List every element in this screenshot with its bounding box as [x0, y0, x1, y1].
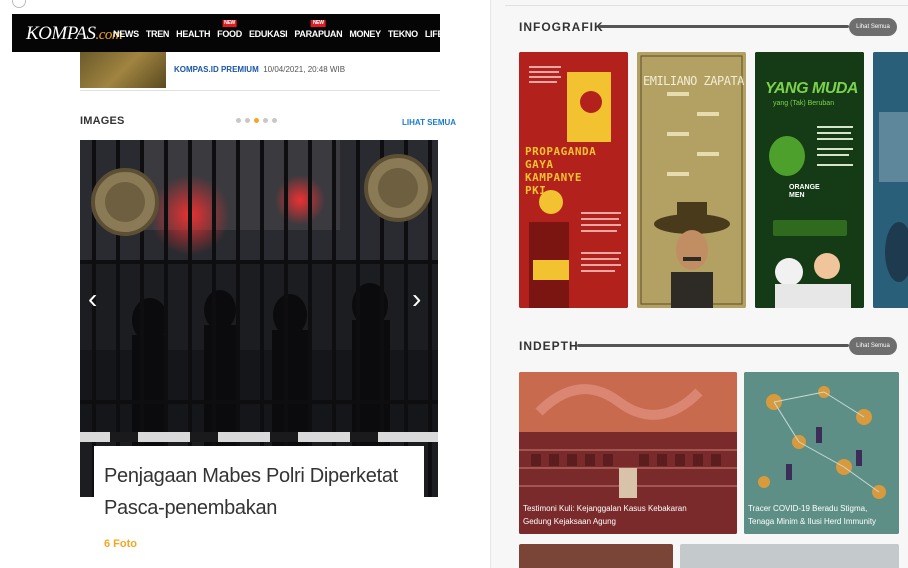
- new-badge: NEW: [310, 20, 326, 27]
- carousel-dot[interactable]: [236, 118, 241, 123]
- new-badge: NEW: [222, 20, 237, 27]
- article-meta: KOMPAS.ID PREMIUM 10/04/2021, 20:48 WIB: [174, 65, 345, 74]
- carousel-next-arrow[interactable]: ›: [412, 285, 421, 313]
- card-1-line1: PROPAGANDA: [525, 145, 597, 158]
- nav-item-label: LIFESTYLE: [424, 29, 440, 39]
- logo-main-text: KOMPAS: [26, 23, 96, 44]
- kompas-logo[interactable]: KOMPAS.com: [26, 23, 123, 45]
- carousel-dot[interactable]: [245, 118, 250, 123]
- nav-item-label: NEWS: [113, 29, 139, 39]
- indepth-card-2-caption: Tracer COVID-19 Beradu Stigma, Tenaga Mi…: [748, 504, 877, 526]
- nav-item-tren[interactable]: TREN: [145, 29, 170, 39]
- divider: [80, 90, 440, 91]
- infografik-card-3-brand: ORANGE MEN: [789, 184, 820, 200]
- nav-item-health[interactable]: HEALTH: [176, 29, 210, 39]
- section-divider-line: [599, 25, 849, 28]
- nav-item-lifestyle[interactable]: LIFESTYLE: [425, 29, 440, 39]
- carousel-dot[interactable]: [272, 118, 277, 123]
- chevron-right-icon: ›: [412, 283, 422, 314]
- article-source[interactable]: KOMPAS.ID PREMIUM: [174, 65, 259, 74]
- indepth-card-3[interactable]: [519, 544, 673, 568]
- nav-item-label: FOOD: [217, 29, 242, 39]
- nav-item-food[interactable]: FOOD NEW: [217, 20, 242, 39]
- carousel-dot[interactable]: [254, 118, 259, 123]
- carousel-dots: [236, 118, 277, 123]
- nav-item-edukasi[interactable]: EDUKASI: [248, 29, 288, 39]
- nav-item-label: TEKNO: [387, 29, 418, 39]
- nav-item-news[interactable]: NEWS: [113, 29, 139, 39]
- carousel-prev-arrow[interactable]: ‹: [88, 285, 97, 313]
- slide-caption-box[interactable]: Penjagaan Mabes Polri Diperketat Pasca-p…: [94, 446, 424, 526]
- infografik-card-3-title: YANG MUDA: [765, 80, 858, 97]
- slide-photo-count: 6 Foto: [104, 538, 137, 550]
- screenshot-root: KOMPAS.com NEWS TREN HEALTH FOOD NEW EDUKASI P…: [0, 0, 908, 568]
- card-3-line4: MEN: [789, 192, 805, 199]
- infografik-card-2-art: [637, 52, 746, 308]
- gate-photo: [80, 140, 438, 497]
- card-1-line3: KAMPANYE: [525, 171, 582, 184]
- infografik-see-all-button[interactable]: Lihat Semua: [849, 18, 897, 36]
- images-see-all-link[interactable]: LIHAT SEMUA: [402, 118, 456, 127]
- infografik-card-3-subtitle: yang (Tak) Beruban: [773, 100, 835, 107]
- nav-item-label: MONEY: [349, 29, 381, 39]
- indepth-card-1[interactable]: Testimoni Kuli: Kejanggalan Kasus Kebaka…: [519, 372, 737, 534]
- top-navigation-bar: KOMPAS.com NEWS TREN HEALTH FOOD NEW EDUKASI P…: [12, 14, 440, 52]
- card-1-line4: PKI: [525, 184, 547, 197]
- infografik-card-1[interactable]: PROPAGANDA GAYA KAMPANYE PKI: [519, 52, 628, 308]
- nav-item-label: HEALTH: [176, 29, 211, 39]
- chevron-left-icon: ‹: [88, 283, 98, 314]
- infografik-card-2[interactable]: EMILIANO ZAPATA: [637, 52, 746, 308]
- card-3-line3: ORANGE: [789, 184, 820, 191]
- images-carousel-slide[interactable]: [80, 140, 438, 497]
- browser-indicator-icon: [12, 0, 26, 8]
- indepth-see-all-button[interactable]: Lihat Semua: [849, 337, 897, 355]
- card-1-line2: GAYA: [525, 158, 554, 171]
- features-panel: INFOGRAFIK Lihat Semua PROPAGANDA GAYA K…: [490, 0, 908, 568]
- nav-menu: NEWS TREN HEALTH FOOD NEW EDUKASI PARAPUAN NEW M…: [113, 20, 440, 39]
- indepth-card-4[interactable]: [680, 544, 899, 568]
- infografik-card-4[interactable]: [873, 52, 908, 308]
- indepth-card-1-caption: Testimoni Kuli: Kejanggalan Kasus Kebaka…: [523, 504, 687, 526]
- section-divider-line: [577, 344, 849, 347]
- nav-item-money[interactable]: MONEY: [349, 29, 381, 39]
- nav-item-label: TREN: [145, 29, 170, 39]
- nav-item-parapuan[interactable]: PARAPUAN NEW: [294, 20, 343, 39]
- article-thumbnail[interactable]: [80, 52, 166, 88]
- infografik-card-2-title: EMILIANO ZAPATA: [643, 74, 744, 88]
- slide-caption-title: Penjagaan Mabes Polri Diperketat Pasca-p…: [104, 465, 398, 519]
- indepth-section-title: INDEPTH: [519, 339, 579, 353]
- nav-item-label: EDUKASI: [248, 29, 288, 39]
- images-section-title: IMAGES: [80, 115, 125, 127]
- panel-top-divider: [505, 0, 908, 6]
- kompas-panel: KOMPAS.com NEWS TREN HEALTH FOOD NEW EDUKASI P…: [0, 0, 456, 568]
- infografik-card-3[interactable]: YANG MUDA yang (Tak) Beruban ORANGE MEN: [755, 52, 864, 308]
- article-time: 10/04/2021, 20:48 WIB: [263, 65, 346, 74]
- nav-item-label: PARAPUAN: [294, 29, 343, 39]
- indepth-card-2[interactable]: Tracer COVID-19 Beradu Stigma, Tenaga Mi…: [744, 372, 899, 534]
- nav-item-tekno[interactable]: TEKNO: [388, 29, 418, 39]
- infografik-card-4-art: [873, 52, 908, 308]
- infografik-section-title: INFOGRAFIK: [519, 20, 604, 34]
- carousel-dot[interactable]: [263, 118, 268, 123]
- infografik-card-1-title: PROPAGANDA GAYA KAMPANYE PKI: [525, 145, 596, 197]
